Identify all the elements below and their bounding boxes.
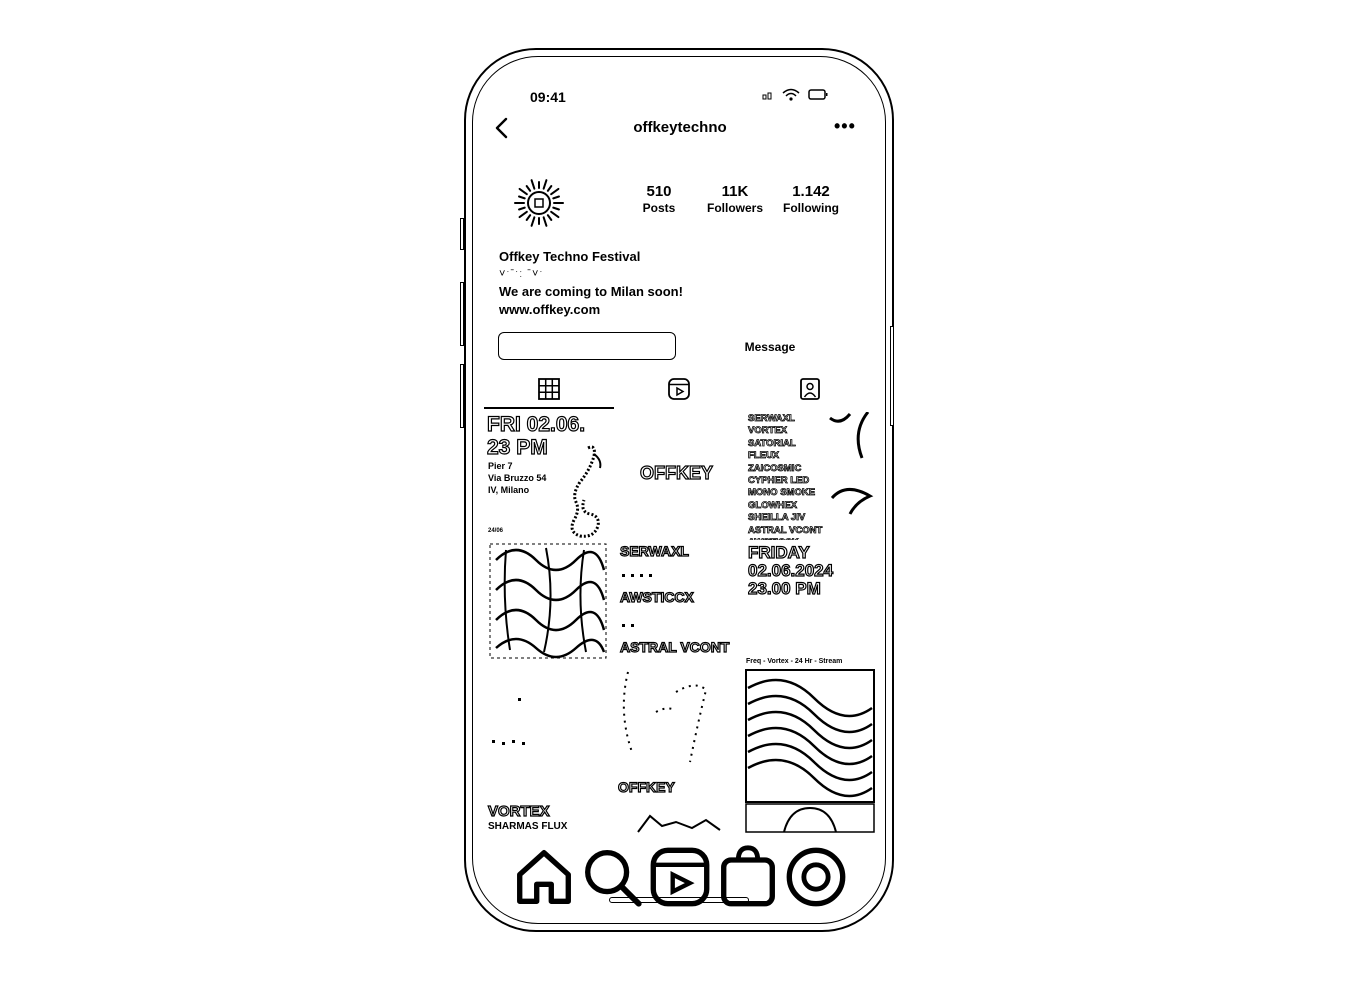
reels-icon[interactable] <box>667 377 691 401</box>
post-tile-6[interactable]: FRIDAY 02.06.2024 23.00 PM <box>746 540 874 660</box>
lineup-artist: ASTRAL VCONT <box>748 524 823 536</box>
back-chevron-icon[interactable] <box>492 116 514 140</box>
avatar-ray <box>525 214 532 221</box>
post1-addr1: Pier 7 <box>488 461 513 471</box>
lineup-artist: SATORIAL FLEUX <box>748 437 796 462</box>
status-time: 09:41 <box>530 89 566 105</box>
post-tile-3[interactable]: SERWAXL VORTEX SATORIAL FLEUX ZAICOSMIC CYPH… <box>746 412 874 540</box>
lineup-artist: ZAICOSMIC <box>748 462 802 474</box>
message-button[interactable]: Message <box>720 340 820 354</box>
profile-icon[interactable] <box>782 843 850 911</box>
following-label: Following <box>783 201 839 215</box>
post-tile-1[interactable]: FRI 02.06. 23 PM Pier 7 Via Bruzzo 54 IV… <box>486 412 614 540</box>
tagged-icon[interactable] <box>798 377 822 401</box>
lineup-artist: GLOWHEX <box>748 499 798 511</box>
grid-icon[interactable] <box>537 377 561 401</box>
post6-time: 23.00 PM <box>747 579 821 598</box>
post5-line1: SERWAXL <box>619 543 689 559</box>
lineup-artist: VORTEX <box>748 425 788 437</box>
lineup-artist: SHEILLA JIV <box>748 512 806 524</box>
avatar-ray <box>546 185 553 192</box>
post-tile-2[interactable]: OFFKEY <box>616 412 744 540</box>
post1-addr3: IV, Milano <box>488 485 530 495</box>
avatar-ray <box>525 185 532 192</box>
battery-icon <box>808 89 828 100</box>
post-tile-8[interactable]: OFFKEY <box>616 662 744 834</box>
avatar-ray <box>518 187 528 196</box>
post4-tag: 24/06 <box>488 528 504 534</box>
lineup-artist: CYPHER LED <box>748 475 810 487</box>
post-tile-9[interactable]: Freq - Vortex - 24 Hr - Stream <box>744 656 876 834</box>
active-tab-indicator <box>484 407 614 409</box>
post7-line1: VORTEX <box>487 803 550 820</box>
avatar-ray <box>552 206 560 211</box>
profile-avatar[interactable] <box>512 176 566 230</box>
post1-address: Pier 7 Via Bruzzo 54 IV, Milano <box>488 460 546 496</box>
follow-button[interactable] <box>498 332 676 360</box>
post2-logo: OFFKEY <box>639 463 714 483</box>
lineup-artist: SERWAXL <box>748 413 796 425</box>
avatar-ray <box>518 206 526 211</box>
post1-figure-art <box>570 445 602 538</box>
avatar-ray <box>542 216 548 227</box>
avatar-ray <box>546 214 553 221</box>
avatar-ray <box>550 210 560 219</box>
post8-logo: OFFKEY <box>617 779 675 795</box>
home-indicator[interactable] <box>609 897 749 903</box>
bio-glyph-line: ˅ˑˉˑː ˉ˅ˑ <box>499 267 544 280</box>
profile-bio: Offkey Techno Festival ˅ˑˉˑː ˉ˅ˑ We are … <box>499 248 683 318</box>
post3-lineup: SERWAXL VORTEX SATORIAL FLEUX ZAICOSMIC CYPH… <box>748 413 828 540</box>
home-icon[interactable] <box>510 843 578 911</box>
more-options-icon[interactable]: ••• <box>834 116 856 137</box>
post9-wave-art <box>745 669 875 833</box>
post1-time: 23 PM <box>486 436 548 459</box>
post-tile-5[interactable]: SERWAXL AWSTICCX ASTRAL VCONT <box>616 540 744 662</box>
avatar-ray <box>530 179 536 190</box>
post8-dotted-art <box>622 671 708 763</box>
avatar-ray <box>518 195 526 200</box>
post3-swirl-art <box>829 412 874 515</box>
post5-line3: ASTRAL VCONT <box>619 639 730 655</box>
following-stat[interactable]: 1.142 Following <box>766 183 856 216</box>
bio-text: We are coming to Milan soon! <box>499 284 683 299</box>
bio-name: Offkey Techno Festival <box>499 249 641 264</box>
post7-line2: SHARMAS FLUX <box>488 821 568 832</box>
avatar-ray <box>518 210 528 219</box>
bio-link[interactable]: www.offkey.com <box>499 301 683 319</box>
post5-dots2 <box>622 614 640 632</box>
post5-dots1 <box>622 564 658 582</box>
lineup-artist: MONO SMOKE <box>748 487 816 499</box>
post6-date: 02.06.2024 <box>747 561 834 580</box>
post7-dot-art <box>492 698 525 745</box>
post6-day: FRIDAY <box>747 543 810 562</box>
avatar-ray <box>550 187 560 196</box>
post1-addr2: Via Bruzzo 54 <box>488 473 547 483</box>
avatar-ray <box>542 179 548 190</box>
following-count: 1.142 <box>792 183 830 200</box>
post-tile-7[interactable]: VORTEX SHARMAS FLUX <box>486 662 614 834</box>
post1-day: FRI 02.06. <box>486 413 586 436</box>
post9-caption: Freq - Vortex - 24 Hr - Stream <box>746 658 843 665</box>
post5-line2: AWSTICCX <box>619 589 694 605</box>
post4-maze-art <box>489 543 607 659</box>
instagram-profile-screen: 09:41 offkeytechno ••• 510 Posts 11K Fol… <box>0 0 1361 989</box>
post-tile-4[interactable]: 24/06 <box>486 526 614 662</box>
wifi-icon <box>782 88 800 101</box>
signal-icon <box>762 92 772 100</box>
profile-username: offkeytechno <box>633 119 727 136</box>
status-icons <box>762 88 828 102</box>
avatar-ray <box>530 216 536 227</box>
post8-landscape-art <box>637 814 721 833</box>
avatar-ray <box>552 195 560 200</box>
